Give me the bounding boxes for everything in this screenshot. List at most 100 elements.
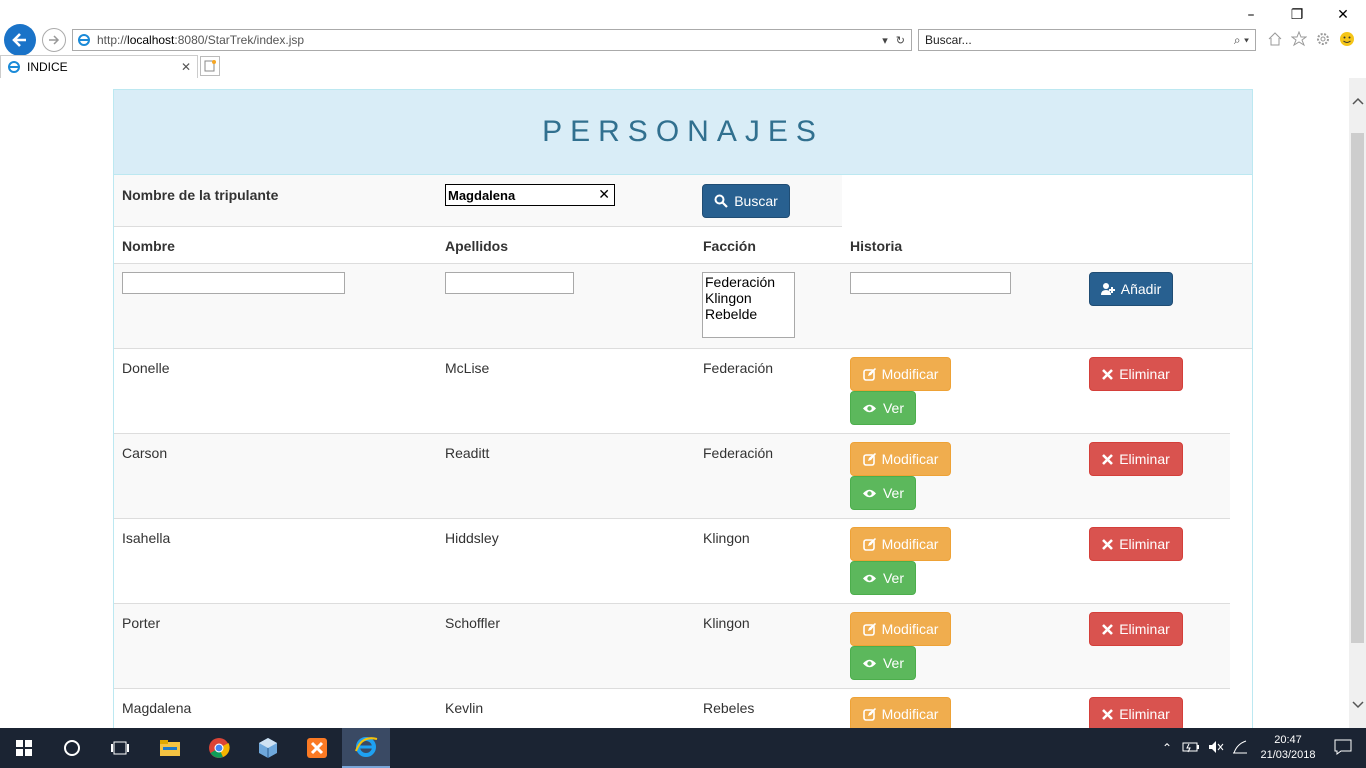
delete-button[interactable]: Eliminar bbox=[1089, 527, 1183, 561]
home-icon[interactable] bbox=[1266, 28, 1284, 50]
delete-button-label: Eliminar bbox=[1119, 706, 1170, 722]
modify-button-label: Modificar bbox=[881, 536, 939, 552]
forward-button[interactable] bbox=[42, 28, 66, 52]
search-button[interactable]: Buscar bbox=[702, 184, 790, 218]
notifications-icon[interactable] bbox=[1334, 739, 1352, 758]
page-title: PERSONAJES bbox=[542, 115, 824, 148]
delete-button[interactable]: Eliminar bbox=[1089, 612, 1183, 646]
new-tab-icon bbox=[204, 60, 216, 72]
internet-explorer-taskbar-icon[interactable] bbox=[342, 728, 390, 768]
search-placeholder: Buscar... bbox=[925, 33, 972, 47]
add-button[interactable]: Añadir bbox=[1089, 272, 1173, 306]
cell-apellidos: Hiddsley bbox=[445, 530, 499, 546]
dropdown-icon[interactable]: ▾ bbox=[882, 34, 888, 47]
volume-muted-icon[interactable] bbox=[1208, 740, 1224, 757]
cell-nombre: Donelle bbox=[122, 360, 170, 376]
view-button[interactable]: Ver bbox=[850, 646, 916, 680]
vertical-scrollbar[interactable] bbox=[1349, 78, 1366, 728]
eye-icon bbox=[862, 659, 876, 667]
search-icon[interactable]: ⌕ ▾ bbox=[1234, 33, 1255, 48]
faccion-option[interactable]: Federación bbox=[705, 274, 792, 290]
cell-faccion: Klingon bbox=[703, 530, 750, 546]
delete-icon bbox=[1102, 368, 1114, 380]
view-button[interactable]: Ver bbox=[850, 561, 916, 595]
modify-button-label: Modificar bbox=[881, 621, 939, 637]
eye-icon bbox=[862, 404, 876, 412]
modify-button[interactable]: Modificar bbox=[850, 612, 951, 646]
chrome-icon[interactable] bbox=[195, 728, 243, 768]
smiley-icon[interactable] bbox=[1338, 28, 1356, 50]
favorites-star-icon[interactable] bbox=[1290, 28, 1308, 50]
delete-button-label: Eliminar bbox=[1119, 451, 1170, 467]
faccion-listbox[interactable]: Federación Klingon Rebelde bbox=[702, 272, 795, 338]
close-icon[interactable]: ✕ bbox=[1320, 4, 1366, 26]
search-input-value: Magdalena bbox=[448, 187, 516, 203]
delete-button-label: Eliminar bbox=[1119, 366, 1170, 382]
view-button-label: Ver bbox=[882, 570, 904, 586]
nombre-input[interactable] bbox=[122, 272, 345, 294]
show-hidden-icons-icon[interactable]: ⌃ bbox=[1162, 741, 1172, 755]
battery-icon[interactable] bbox=[1182, 741, 1200, 756]
scrollbar-thumb[interactable] bbox=[1351, 133, 1364, 643]
file-explorer-icon[interactable] bbox=[146, 728, 194, 768]
delete-icon bbox=[1102, 453, 1114, 465]
faccion-option[interactable]: Klingon bbox=[705, 290, 792, 306]
clock-date: 21/03/2018 bbox=[1260, 749, 1316, 761]
address-bar[interactable]: http://localhost:8080/StarTrek/index.jsp… bbox=[72, 29, 912, 51]
scroll-up-icon[interactable] bbox=[1349, 92, 1366, 109]
modify-button[interactable]: Modificar bbox=[850, 527, 951, 561]
historia-input[interactable] bbox=[850, 272, 1011, 294]
minimize-icon[interactable]: – bbox=[1228, 4, 1274, 26]
restore-icon[interactable]: ❐ bbox=[1274, 4, 1320, 26]
address-tools: ▾ ↻ bbox=[882, 34, 911, 47]
search-button-label: Buscar bbox=[734, 193, 778, 209]
personajes-panel: PERSONAJES Nombre de la tripulante Magda… bbox=[113, 89, 1253, 728]
ie-tab-icon bbox=[8, 61, 20, 73]
table-row: Donelle McLise Federación Modificar Ver Elimi… bbox=[114, 349, 1230, 434]
refresh-icon[interactable]: ↻ bbox=[896, 34, 905, 47]
browser-chrome: – ❐ ✕ http://localhost:8080/StarTrek/ind… bbox=[0, 0, 1366, 78]
add-user-icon bbox=[1100, 283, 1115, 295]
network-icon[interactable] bbox=[1232, 740, 1248, 757]
delete-icon bbox=[1102, 538, 1114, 550]
delete-button-label: Eliminar bbox=[1119, 536, 1170, 552]
cell-nombre: Isahella bbox=[122, 530, 171, 546]
gear-icon[interactable] bbox=[1314, 28, 1332, 50]
virtualbox-icon[interactable] bbox=[244, 728, 292, 768]
clear-input-icon[interactable]: ✕ bbox=[598, 186, 610, 203]
modify-button[interactable]: Modificar bbox=[850, 357, 951, 391]
table-row: MagdalenaKevlinRebelesModificarVerElimin… bbox=[114, 689, 1230, 728]
delete-button[interactable]: Eliminar bbox=[1089, 442, 1183, 476]
scroll-down-icon[interactable] bbox=[1349, 696, 1366, 713]
clock-time: 20:47 bbox=[1274, 734, 1302, 746]
delete-button[interactable]: Eliminar bbox=[1089, 697, 1183, 728]
task-view-icon[interactable] bbox=[96, 728, 144, 768]
delete-icon bbox=[1102, 623, 1114, 635]
system-tray: ⌃ 20:47 21/03/2018 bbox=[1162, 728, 1366, 768]
back-button[interactable] bbox=[4, 24, 36, 56]
clock[interactable]: 20:47 21/03/2018 bbox=[1256, 733, 1320, 763]
column-header-historia: Historia bbox=[850, 238, 903, 254]
search-input[interactable]: Magdalena ✕ bbox=[445, 184, 615, 206]
modify-button[interactable]: Modificar bbox=[850, 697, 951, 728]
new-tab-button[interactable] bbox=[200, 56, 220, 76]
browser-search-field[interactable]: Buscar... ⌕ ▾ bbox=[918, 29, 1256, 51]
modify-button[interactable]: Modificar bbox=[850, 442, 951, 476]
cortana-search-icon[interactable] bbox=[48, 728, 96, 768]
faccion-option[interactable]: Rebelde bbox=[705, 306, 792, 322]
tab-close-icon[interactable]: ✕ bbox=[181, 60, 191, 74]
xampp-icon[interactable] bbox=[293, 728, 341, 768]
edit-icon bbox=[862, 707, 876, 721]
edit-icon bbox=[862, 622, 876, 636]
edit-icon bbox=[862, 452, 876, 466]
windows-start-icon[interactable] bbox=[0, 728, 48, 768]
view-button[interactable]: Ver bbox=[850, 476, 916, 510]
delete-button[interactable]: Eliminar bbox=[1089, 357, 1183, 391]
view-button[interactable]: Ver bbox=[850, 391, 916, 425]
apellidos-input[interactable] bbox=[445, 272, 574, 294]
edit-icon bbox=[862, 537, 876, 551]
cell-nombre: Magdalena bbox=[122, 700, 192, 716]
tab-indice[interactable]: INDICE ✕ bbox=[0, 55, 198, 78]
column-header-apellidos: Apellidos bbox=[445, 238, 509, 254]
search-row: Nombre de la tripulante Magdalena ✕ Busc… bbox=[114, 175, 842, 227]
